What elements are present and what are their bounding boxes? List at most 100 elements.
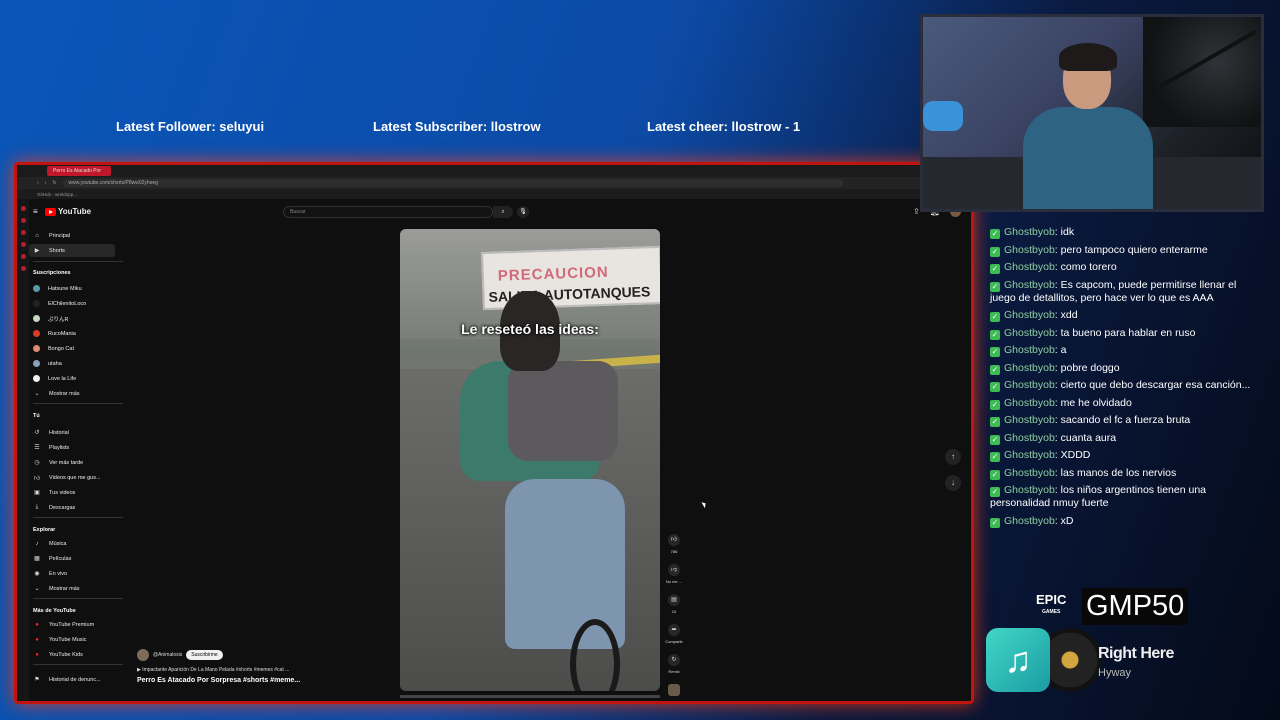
video-progress-bar[interactable] — [400, 695, 660, 698]
sidebar-item-your-videos[interactable]: ▣ Tus videos — [29, 486, 129, 499]
youtube-music-icon: ● — [35, 636, 39, 643]
flag-icon: ⚑ — [34, 677, 40, 683]
avatar — [33, 300, 40, 307]
menu-icon[interactable]: ≡ — [33, 207, 38, 216]
music-note-icon: ♫ — [986, 628, 1050, 692]
check-badge-icon: ✓ — [990, 264, 1000, 274]
remix-button[interactable]: ↻ — [668, 654, 680, 666]
avatar — [33, 375, 40, 382]
you-header[interactable]: Tú — [33, 413, 40, 419]
short-video[interactable]: PRECAUCION SALIDA AUTOTANQUES Le reseteó… — [400, 229, 660, 691]
sidebar-item-live[interactable]: ◉ En vivo — [29, 567, 129, 580]
reload-icon[interactable]: ↻ — [52, 180, 56, 186]
epic-games-logo: EPIC GAMES — [1036, 592, 1067, 615]
mic-icon: 🎙︎ — [519, 209, 527, 215]
subscription-item[interactable]: ぷりんR — [29, 312, 129, 325]
sidebar-app-icon[interactable] — [20, 206, 26, 211]
latest-cheer: Latest cheer: llostrow - 1 — [647, 119, 801, 134]
show-more-explore[interactable]: ⌄ Mostrar más — [29, 582, 129, 595]
short-navigation: ↑ ↓ — [945, 449, 961, 501]
sidebar-item-kids[interactable]: ● YouTube Kids — [29, 648, 129, 661]
browser-sidebar — [17, 199, 29, 701]
remix-label: Remix — [668, 669, 680, 674]
sidebar-item-historial[interactable]: ↺ Historial — [29, 426, 129, 439]
subscription-item[interactable]: Bongo Cat — [29, 342, 129, 355]
youtube-logo[interactable]: YouTube — [45, 207, 91, 216]
sidebar-item-watch-later[interactable]: ◷ Ver más tarde — [29, 456, 129, 469]
sidebar-item-music[interactable]: ♪ Música — [29, 537, 129, 550]
share-button[interactable]: ➦ — [668, 624, 680, 636]
sidebar-app-icon[interactable] — [20, 230, 26, 235]
mouse-cursor — [701, 500, 708, 509]
chat-message: ✓ Ghostbyob: ta bueno para hablar en ruso — [990, 326, 1196, 340]
sidebar-item-playlists[interactable]: ☰ Playlists — [29, 441, 129, 454]
show-more-subs[interactable]: ⌄ Mostrar más — [29, 387, 129, 400]
divider — [33, 664, 123, 665]
home-icon: ⌂ — [35, 232, 39, 239]
check-badge-icon: ✓ — [990, 452, 1000, 462]
short-actions: 👍︎ 786 👎︎ No me ... ▤ 10 ➦ Compartir ↻ R… — [665, 534, 683, 696]
sidebar-item-movies[interactable]: ▦ Películas — [29, 552, 129, 565]
subscription-item[interactable]: utaha — [29, 357, 129, 370]
search-button[interactable]: ⌕ — [493, 206, 513, 218]
comments-button[interactable]: ▤ — [668, 594, 680, 606]
now-playing-artist: Hyway — [1098, 667, 1132, 679]
check-badge-icon: ✓ — [990, 246, 1000, 257]
sidebar-item-liked[interactable]: 👍︎ Videos que me gus... — [29, 471, 129, 484]
avatar — [33, 345, 40, 352]
like-button[interactable]: 👍︎ — [668, 534, 680, 546]
sidebar-app-icon[interactable] — [20, 254, 26, 259]
search-input[interactable]: Buscar — [283, 206, 493, 218]
chat-message: ✓ Ghostbyob: cierto que debo descargar es… — [990, 379, 1251, 392]
subscription-item[interactable]: Hatsune Miku — [29, 282, 129, 295]
bookmark-github[interactable]: GitHub - wreldopp... — [37, 192, 77, 197]
short-description[interactable]: Impactante Aparición De La Mano Pelada #… — [142, 667, 289, 673]
subscriptions-header[interactable]: Suscripciones — [33, 270, 71, 276]
download-icon: ⤓ — [35, 504, 39, 510]
sound-thumbnail[interactable] — [668, 684, 680, 696]
comment-icon: ▤ — [671, 597, 677, 603]
sidebar-app-icon[interactable] — [20, 218, 26, 223]
music-icon: ♪ — [35, 540, 39, 547]
channel-name[interactable]: @Animalosis — [153, 652, 182, 658]
chat-message: ✓ Ghostbyob: las manos de los nervios — [990, 466, 1177, 480]
upload-icon[interactable]: ⇪ — [913, 207, 920, 216]
channel-avatar[interactable] — [137, 649, 149, 661]
sidebar-item-shorts[interactable]: ▶ Shorts — [29, 244, 115, 257]
subscription-item[interactable]: RucoMania — [29, 327, 129, 340]
avatar — [33, 285, 40, 292]
webcam-person-hair — [1059, 43, 1117, 71]
subscription-item[interactable]: ElChilenitoLoco — [29, 297, 129, 310]
sidebar-item-principal[interactable]: ⌂ Principal — [29, 229, 129, 242]
forward-icon[interactable]: › — [45, 180, 47, 186]
history-icon: ↺ — [34, 430, 40, 436]
creator-code: GMP50 — [1082, 588, 1189, 625]
subscription-item[interactable]: Love la Life — [29, 372, 129, 385]
back-icon[interactable]: ‹ — [37, 180, 39, 186]
dislike-button[interactable]: 👎︎ — [668, 564, 680, 576]
divider — [33, 403, 123, 404]
voice-search-button[interactable]: 🎙︎ — [517, 206, 529, 218]
sidebar-item-music-app[interactable]: ● YouTube Music — [29, 633, 129, 646]
next-short-button[interactable]: ↓ — [945, 475, 961, 491]
sidebar-item-downloads[interactable]: ⤓ Descargas — [29, 501, 129, 514]
webcam-feed — [920, 14, 1264, 212]
share-label: Compartir — [665, 639, 683, 644]
sidebar-item-report-history[interactable]: ⚑ Historial de denunc... — [29, 673, 129, 686]
short-title[interactable]: Perro Es Atacado Por Sorpresa #shorts #m… — [137, 677, 300, 684]
sidebar-item-premium[interactable]: ● YouTube Premium — [29, 618, 129, 631]
chat-message: ✓ Ghostbyob: Es capcom, puede permitirse … — [990, 278, 1237, 304]
browser-tab[interactable]: Perro Es Atacado Por — [47, 166, 111, 176]
remix-icon: ↻ — [671, 657, 677, 663]
url-field[interactable]: www.youtube.com/shorts/P8ww02yheeg — [62, 179, 843, 187]
subscribe-button[interactable]: Suscribirme — [186, 650, 223, 660]
address-bar-row: ‹ › ↻ www.youtube.com/shorts/P8ww02yheeg — [17, 177, 971, 189]
previous-short-button[interactable]: ↑ — [945, 449, 961, 465]
check-badge-icon: ✓ — [990, 364, 1000, 375]
sidebar-app-icon[interactable] — [20, 266, 26, 271]
avatar — [33, 360, 40, 367]
sidebar-app-icon[interactable] — [20, 242, 26, 247]
check-badge-icon: ✓ — [990, 487, 1000, 497]
chevron-down-icon: ⌄ — [34, 586, 40, 592]
thumb-down-icon: 👎︎ — [670, 567, 678, 573]
